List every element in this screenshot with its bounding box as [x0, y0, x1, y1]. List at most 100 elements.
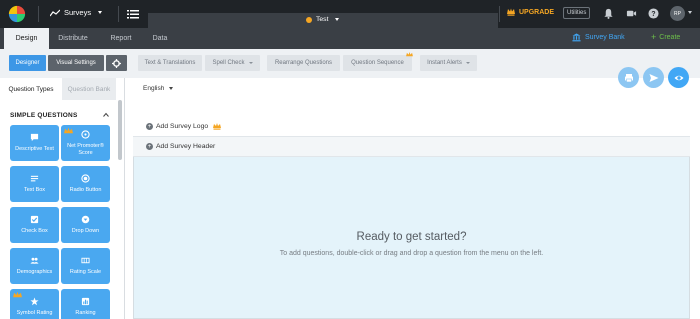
comment-icon: [30, 134, 39, 142]
add-icon: +: [146, 123, 153, 130]
create-button[interactable]: + Create: [651, 33, 680, 42]
ranking-icon: [81, 298, 90, 306]
tab-question-bank[interactable]: Question Bank: [62, 78, 116, 100]
nps-icon: [81, 130, 90, 140]
spell-check-button[interactable]: Spell Check: [205, 55, 260, 71]
empty-state-title: Ready to get started?: [356, 231, 467, 243]
crown-icon: [406, 52, 413, 57]
spell-check-label: Spell Check: [212, 60, 245, 66]
chevron-down-icon: [169, 87, 174, 90]
question-type-label: Net Promoter® Score: [67, 143, 104, 156]
send-button[interactable]: [643, 67, 664, 88]
tab-report[interactable]: Report: [100, 28, 142, 49]
star-icon: [30, 297, 39, 306]
bank-icon: [572, 33, 581, 42]
view-button[interactable]: [668, 67, 689, 88]
survey-bank-label: Survey Bank: [585, 34, 625, 41]
avatar-initials: RP: [674, 10, 681, 17]
topbar-divider: [499, 6, 500, 22]
instant-alerts-label: Instant Alerts: [427, 60, 462, 66]
language-select[interactable]: English: [143, 85, 174, 92]
chart-line-icon: [50, 9, 60, 16]
question-type-label: Radio Button: [69, 187, 102, 194]
question-type-symbol-rating[interactable]: Symbol Rating: [10, 289, 59, 319]
visual-settings-button[interactable]: Visual Settings: [48, 55, 104, 71]
question-type-label: Symbol Rating: [16, 310, 53, 317]
crown-icon: [13, 291, 22, 298]
crown-icon: [64, 127, 73, 134]
scale-icon: [81, 258, 90, 264]
question-type-check-box[interactable]: Check Box: [10, 207, 59, 243]
question-type-label: Drop Down: [71, 228, 100, 235]
gear-icon: [112, 58, 121, 68]
question-type-label: Check Box: [21, 228, 48, 235]
crown-icon: [507, 8, 515, 16]
question-type-radio-button[interactable]: Radio Button: [61, 166, 110, 202]
people-icon: [30, 258, 39, 265]
add-header-label: Add Survey Header: [156, 143, 216, 150]
add-icon: +: [146, 143, 153, 150]
question-type-ranking[interactable]: Ranking: [61, 289, 110, 319]
app-logo-icon[interactable]: [8, 5, 26, 23]
rearrange-questions-button[interactable]: Rearrange Questions: [267, 55, 340, 71]
add-logo-label: Add Survey Logo: [156, 123, 209, 130]
question-sequence-button[interactable]: Question Sequence: [343, 55, 412, 71]
crown-icon: [213, 123, 222, 130]
question-type-label: Demographics: [16, 269, 53, 276]
scrollbar[interactable]: [118, 100, 122, 160]
text-translations-button[interactable]: Text & Translations: [138, 55, 202, 71]
question-type-descriptive-text[interactable]: Descriptive Text: [10, 125, 59, 161]
section-title: SIMPLE QUESTIONS: [10, 112, 78, 119]
chevron-up-icon[interactable]: [103, 112, 109, 118]
topbar-divider: [38, 6, 39, 22]
create-label: Create: [659, 34, 681, 41]
add-survey-header[interactable]: + Add Survey Header: [133, 137, 690, 157]
question-type-drop-down[interactable]: Drop Down: [61, 207, 110, 243]
radio-icon: [81, 174, 90, 184]
bell-icon[interactable]: [603, 8, 614, 19]
tab-data[interactable]: Data: [142, 28, 178, 49]
question-type-rating-scale[interactable]: Rating Scale: [61, 248, 110, 284]
menu-list-icon[interactable]: [127, 8, 139, 20]
question-type-label: Ranking: [75, 310, 96, 317]
survey-title-label: Test: [316, 16, 329, 23]
empty-state-subtitle: To add questions, double-click or drag a…: [279, 250, 544, 257]
tab-question-types[interactable]: Question Types: [0, 78, 62, 100]
dropdown-icon: [81, 216, 90, 224]
question-type-text-box[interactable]: Text Box: [10, 166, 59, 202]
designer-button[interactable]: Designer: [9, 55, 46, 71]
send-icon: [649, 73, 658, 82]
video-icon[interactable]: [626, 8, 637, 19]
question-type-label: Descriptive Text: [15, 146, 54, 153]
tab-design[interactable]: Design: [4, 28, 49, 49]
checkbox-icon: [30, 216, 39, 224]
avatar[interactable]: RP: [670, 6, 685, 21]
instant-alerts-button[interactable]: Instant Alerts: [420, 55, 477, 71]
question-type-demographics[interactable]: Demographics: [10, 248, 59, 284]
help-icon[interactable]: ?: [648, 8, 659, 19]
preview-button[interactable]: [618, 67, 639, 88]
surveys-label: Surveys: [64, 8, 92, 17]
surveys-nav[interactable]: Surveys: [50, 8, 103, 17]
chevron-down-icon: [465, 62, 470, 64]
lines-icon: [30, 176, 39, 182]
chevron-down-icon: [98, 11, 103, 14]
status-dot: [306, 16, 312, 23]
chevron-down-icon: [335, 18, 340, 21]
utilities-button[interactable]: Utilities: [563, 7, 591, 19]
question-type-net-promoter-score[interactable]: Net Promoter® Score: [61, 125, 110, 161]
settings-button[interactable]: [106, 55, 127, 71]
language-label: English: [143, 85, 165, 92]
print-icon: [624, 73, 633, 82]
survey-bank-button[interactable]: Survey Bank: [572, 33, 625, 42]
survey-title[interactable]: Test: [306, 16, 340, 23]
eye-icon: [674, 75, 683, 80]
chevron-down-icon: [248, 62, 253, 64]
add-survey-logo[interactable]: + Add Survey Logo: [133, 117, 690, 137]
chevron-down-icon[interactable]: [688, 11, 692, 14]
tab-distribute[interactable]: Distribute: [50, 28, 96, 49]
question-type-label: Text Box: [23, 187, 46, 194]
plus-icon: +: [651, 32, 657, 42]
upgrade-button[interactable]: UPGRADE: [507, 8, 554, 16]
question-type-label: Rating Scale: [69, 269, 102, 276]
